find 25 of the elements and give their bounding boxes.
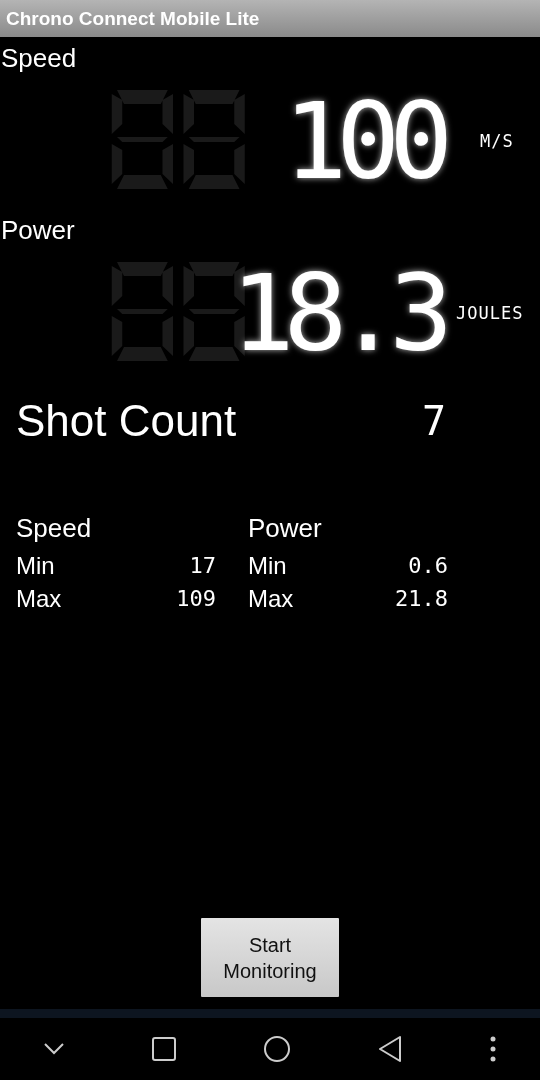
chevron-down-icon[interactable] <box>44 1043 64 1055</box>
reading-label: Speed <box>0 43 78 73</box>
stat-value: 0.6 <box>408 553 448 578</box>
reading-value: 18.3 <box>230 255 444 371</box>
stat-label: Min <box>248 551 287 580</box>
stat-label: Max <box>16 584 62 613</box>
shot-count-value: 7 <box>421 398 446 444</box>
back-icon[interactable] <box>378 1036 402 1062</box>
shot-count-label: Shot Count <box>16 396 237 446</box>
recents-icon[interactable] <box>152 1037 176 1061</box>
stat-label: Min <box>16 551 55 580</box>
stat-value: 17 <box>189 553 216 578</box>
home-icon[interactable] <box>264 1036 290 1062</box>
more-icon[interactable] <box>490 1036 496 1062</box>
stat-value: 109 <box>176 586 216 611</box>
reading-value: 100 <box>283 83 444 199</box>
stats-heading: Speed <box>16 513 93 545</box>
reading-label: Power <box>0 215 76 245</box>
unit-label: JOULES <box>456 303 524 323</box>
app-title: Chrono Connect Mobile Lite <box>6 7 260 30</box>
stat-label: Max <box>248 584 294 613</box>
stat-value: 21.8 <box>395 586 448 611</box>
stats-heading: Power <box>248 513 323 545</box>
unit-label: M/S <box>480 131 514 151</box>
start-monitoring-button[interactable]: Start Monitoring <box>201 918 339 997</box>
